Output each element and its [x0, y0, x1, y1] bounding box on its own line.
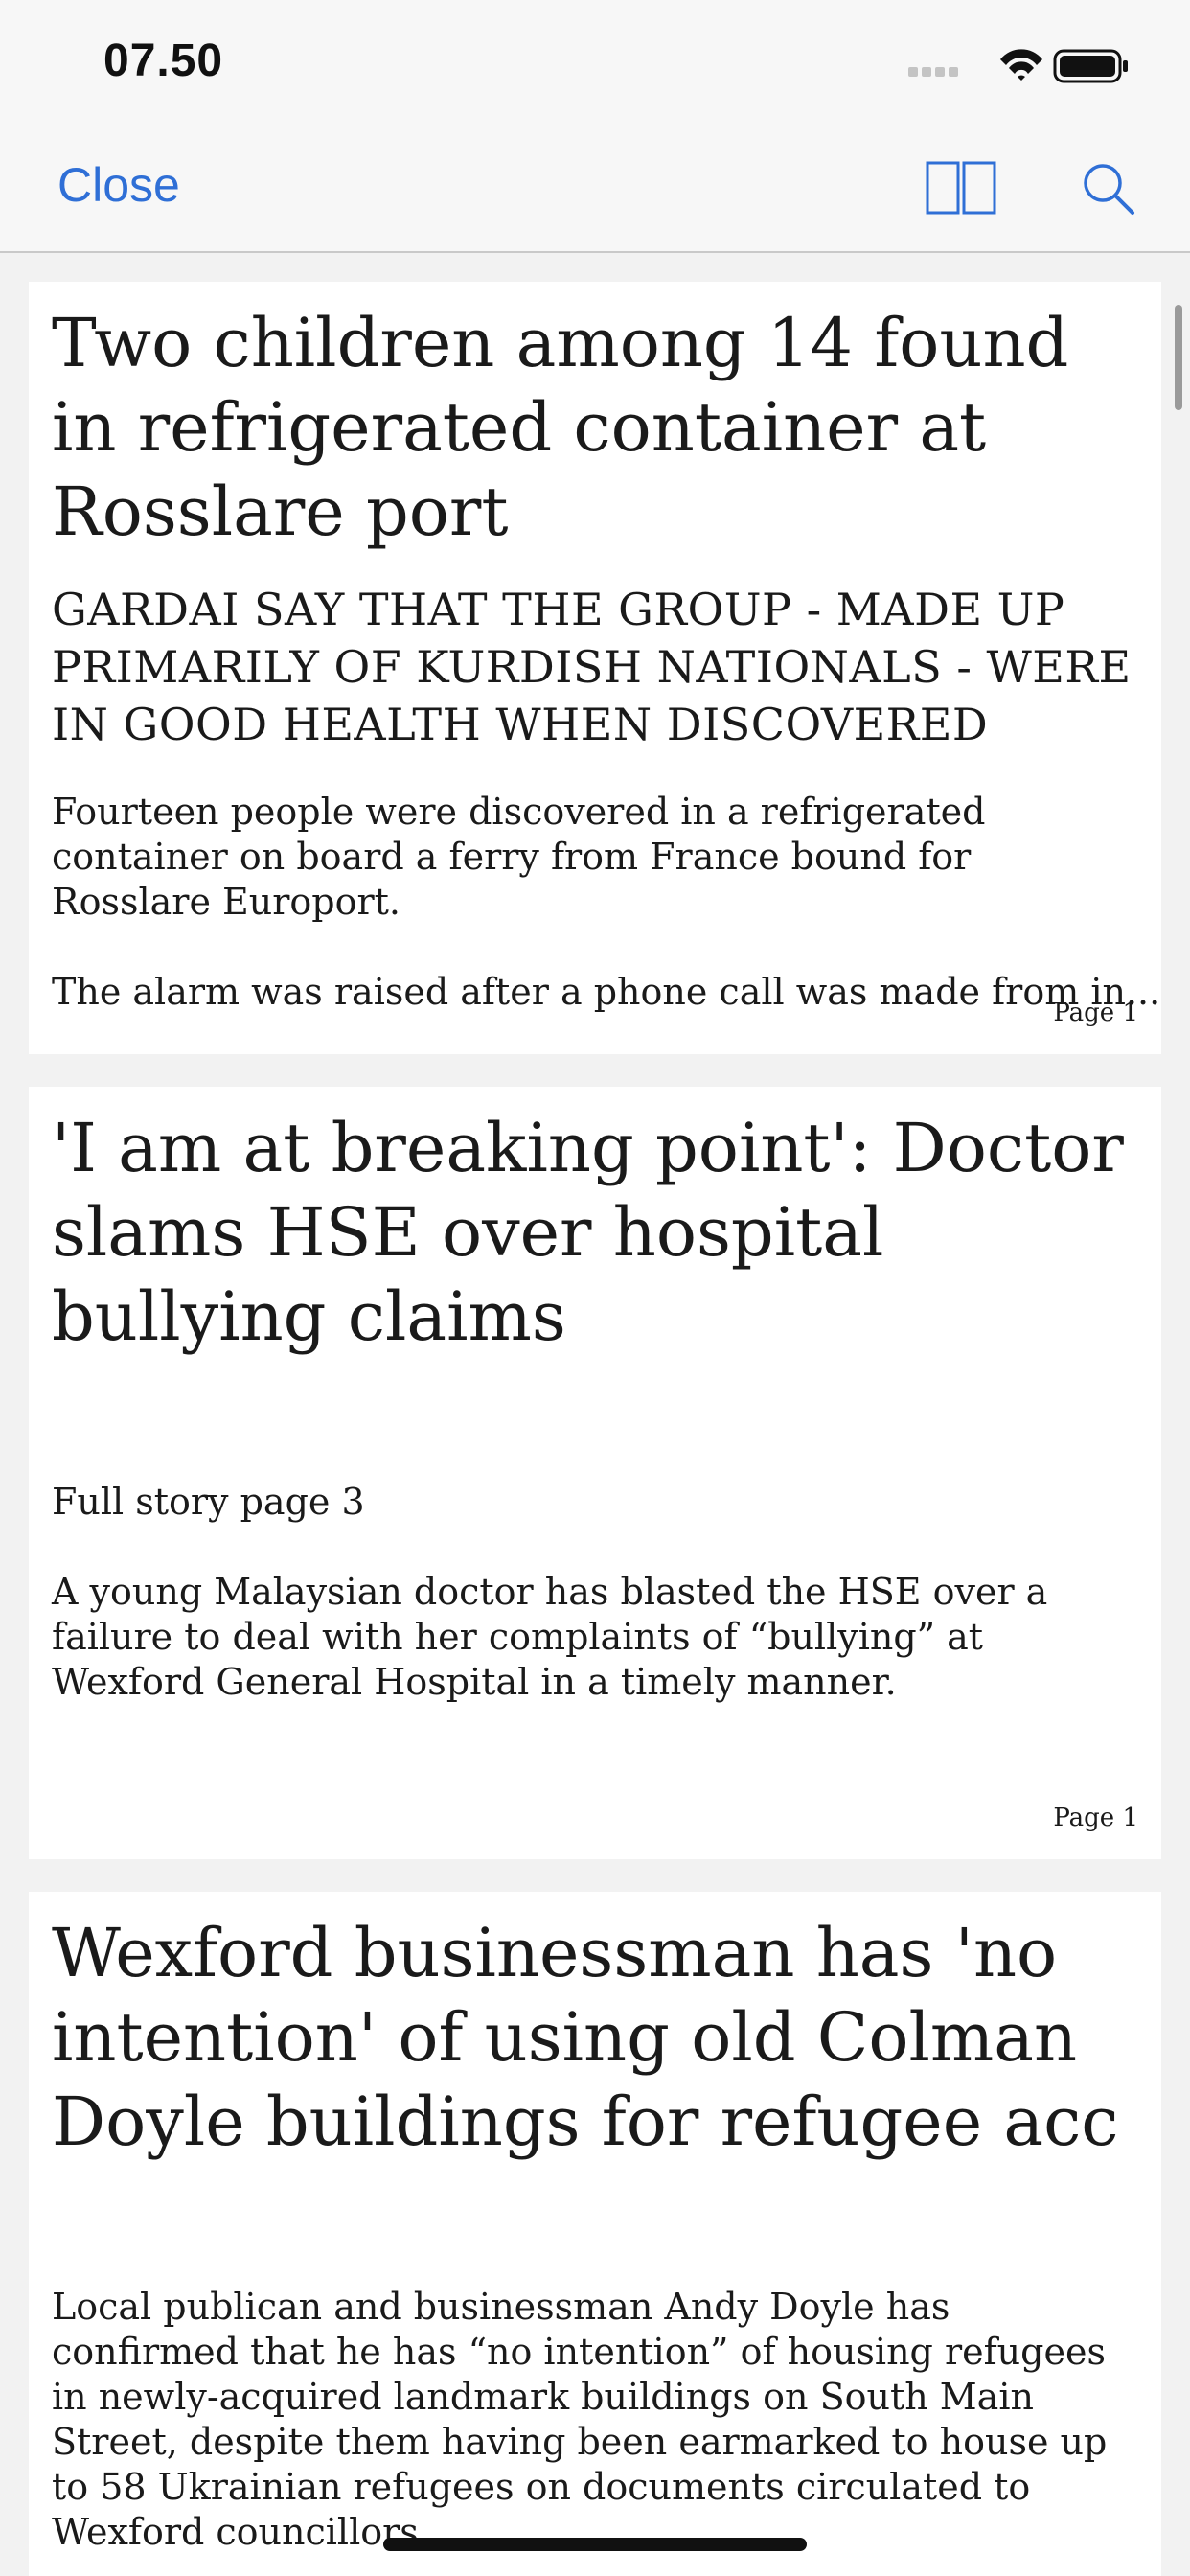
article-paragraph: The alarm was raised after a phone call …	[52, 971, 1161, 1013]
article-card[interactable]: Two children among 14 found in refrigera…	[29, 282, 1161, 1054]
cellular-signal-icon	[908, 67, 958, 77]
two-page-layout-icon	[926, 161, 996, 215]
article-paragraph: A young Malaysian doctor has blasted the…	[52, 1571, 1048, 1703]
article-title: Wexford businessman has 'no intention' o…	[52, 1914, 1119, 2161]
status-bar: 07.50	[0, 0, 1190, 126]
article-card[interactable]: 'I am at breaking point': Doctor slams H…	[29, 1087, 1161, 1859]
battery-icon	[1053, 49, 1128, 83]
search-icon	[1084, 164, 1134, 215]
article-paragraph: Full story page 3	[52, 1481, 365, 1523]
scroll-indicator[interactable]	[1175, 305, 1182, 410]
article-paragraph: Local publican and businessman Andy Doyl…	[52, 2286, 1108, 2553]
navigation-bar: Close	[0, 126, 1190, 253]
article-title: Two children among 14 found in refrigera…	[52, 304, 1069, 551]
close-button[interactable]: Close	[57, 157, 180, 213]
article-list: Two children among 14 found in refrigera…	[0, 253, 1190, 2576]
status-icons-svg	[908, 49, 1128, 83]
home-indicator[interactable]	[383, 2538, 807, 2551]
article-title: 'I am at breaking point': Doctor slams H…	[52, 1109, 1124, 1356]
article-subtitle: GARDAI SAY THAT THE GROUP - MADE UP PRIM…	[52, 584, 1132, 750]
wifi-icon	[1000, 49, 1042, 80]
layout-toggle-button[interactable]	[926, 161, 996, 215]
status-time: 07.50	[103, 35, 224, 86]
article-paragraph: Fourteen people were discovered in a ref…	[52, 791, 986, 923]
page-number-label: Page 1	[1053, 1804, 1138, 1832]
search-button[interactable]	[1081, 161, 1136, 217]
article-card[interactable]: Wexford businessman has 'no intention' o…	[29, 1892, 1161, 2576]
status-icons	[908, 44, 1129, 86]
page-number-label: Page 1	[1053, 999, 1138, 1027]
